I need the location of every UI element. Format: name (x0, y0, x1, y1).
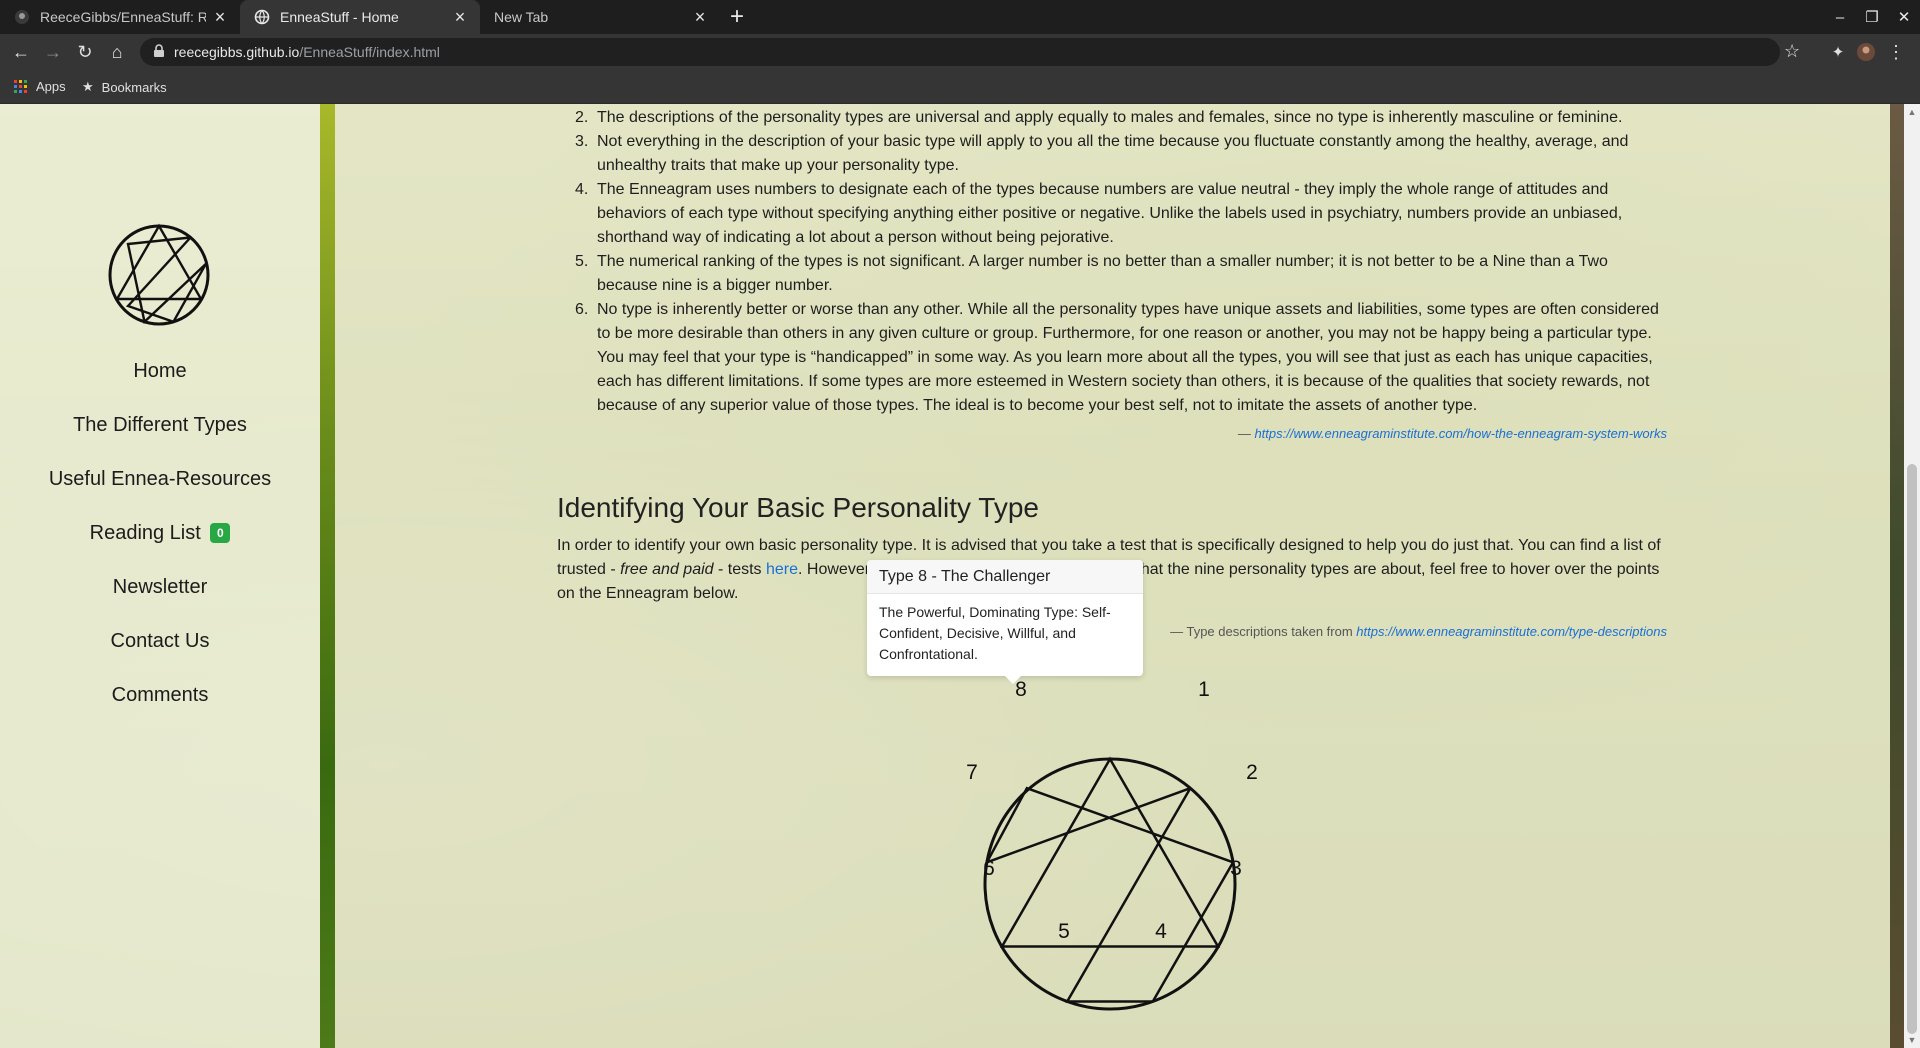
sidebar-item-comments[interactable]: Comments (0, 678, 320, 732)
list-text: The numerical ranking of the types is no… (597, 253, 1608, 294)
lock-icon (154, 44, 164, 57)
enneagram-point-2[interactable]: 2 (1240, 761, 1264, 785)
enneagram-point-4[interactable]: 4 (1149, 920, 1173, 944)
decorative-grass-strip (320, 104, 335, 1048)
type-popover: Type 8 - The Challenger The Powerful, Do… (867, 560, 1143, 684)
scroll-down-arrow-icon[interactable]: ▼ (1906, 1034, 1918, 1046)
scroll-up-arrow-icon[interactable]: ▲ (1906, 106, 1918, 118)
list-item: 2. The descriptions of the personality ty… (575, 106, 1667, 130)
intro-text: - tests (713, 561, 766, 578)
home-icon[interactable]: ⌂ (105, 41, 129, 63)
tab-new-tab[interactable]: New Tab × (480, 0, 720, 34)
list-text: No type is inherently better or worse th… (597, 301, 1659, 414)
sidebar-item-reading-list[interactable]: Reading List 0 (0, 516, 320, 570)
citation-link[interactable]: https://www.enneagraminstitute.com/how-t… (1254, 426, 1667, 441)
url-text: reecegibbs.github.io/EnneaStuff/index.ht… (174, 42, 440, 62)
types-citation-text: — Type descriptions taken from (1170, 624, 1353, 639)
globe-icon (254, 9, 270, 25)
new-tab-button[interactable]: + (720, 0, 754, 34)
list-number: 5. (575, 253, 589, 270)
list-number: 6. (575, 301, 589, 318)
back-arrow-icon[interactable]: ← (9, 41, 33, 63)
popover-arrow (1005, 676, 1021, 684)
tab-enneastuff[interactable]: EnneaStuff - Home × (240, 0, 480, 34)
enneagram-points-list: 2. The descriptions of the personality ty… (557, 106, 1667, 418)
scrollbar-thumb[interactable] (1907, 464, 1917, 1034)
star-icon[interactable]: ☆ (1784, 41, 1800, 62)
forward-arrow-icon[interactable]: → (41, 41, 65, 63)
list-text: The descriptions of the personality type… (597, 109, 1623, 126)
close-icon[interactable]: × (692, 8, 708, 26)
tab-github[interactable]: ReeceGibbs/EnneaStuff: Rep × (0, 0, 240, 34)
close-window-icon[interactable]: ✕ (1888, 0, 1920, 34)
list-number: 4. (575, 181, 589, 198)
restore-icon[interactable]: ❐ (1856, 0, 1888, 34)
enneagram-point-7[interactable]: 7 (960, 761, 984, 785)
tab-title: New Tab (494, 9, 549, 25)
apps-bookmark[interactable]: Apps (14, 79, 66, 94)
sidebar-item-label: Reading List (89, 522, 201, 544)
close-icon[interactable]: × (452, 8, 468, 26)
list-item: 6. No type is inherently better or worse … (575, 298, 1667, 418)
apps-grid-icon (14, 79, 27, 93)
close-icon[interactable]: × (212, 8, 228, 26)
sidebar-item-useful-ennea-resources[interactable]: Useful Ennea-Resources (0, 462, 320, 516)
enneagram-hexad (984, 786, 1235, 1003)
enneagram-point-5[interactable]: 5 (1052, 920, 1076, 944)
section-title: Identifying Your Basic Personality Type (557, 492, 1040, 523)
url-host: reecegibbs.github.io (174, 44, 300, 60)
extensions-icon[interactable]: ✦ (1826, 41, 1850, 63)
sidebar-item-home[interactable]: Home (0, 354, 320, 408)
list-item: 3. Not everything in the description of y… (575, 130, 1667, 178)
minimize-icon[interactable]: – (1824, 0, 1856, 34)
citation-dash: — (1237, 426, 1251, 441)
tab-strip: ReeceGibbs/EnneaStuff: Rep × EnneaStuff … (0, 0, 1920, 34)
window-controls: – ❐ ✕ (1824, 0, 1920, 34)
types-citation: — Type descriptions taken from https://w… (1170, 624, 1667, 639)
menu-icon[interactable]: ⋮ (1884, 41, 1908, 63)
list-item: 4. The Enneagram uses numbers to designat… (575, 178, 1667, 250)
bookmarks-label: Bookmarks (101, 79, 167, 95)
sidebar: Home The Different Types Useful Ennea-Re… (0, 104, 320, 1048)
tests-link[interactable]: here (766, 561, 798, 578)
apps-label: Apps (36, 79, 66, 94)
popover-body: The Powerful, Dominating Type: Self-Conf… (879, 604, 1111, 662)
enneagram-point-1[interactable]: 1 (1192, 678, 1216, 702)
enneagram-point-3[interactable]: 3 (1224, 857, 1248, 881)
star-icon: ★ (82, 79, 94, 94)
list-text: Not everything in the description of you… (597, 133, 1629, 174)
reload-icon[interactable]: ↻ (73, 41, 97, 63)
sidebar-item-newsletter[interactable]: Newsletter (0, 570, 320, 624)
intro-emphasis: free and paid (620, 561, 714, 578)
sidebar-item-contact-us[interactable]: Contact Us (0, 624, 320, 678)
url-path: /EnneaStuff/index.html (299, 44, 440, 60)
types-citation-link[interactable]: https://www.enneagraminstitute.com/type-… (1356, 624, 1667, 639)
decorative-right-strip (1890, 104, 1904, 1048)
avatar[interactable] (1854, 41, 1878, 63)
reading-list-count-badge: 0 (210, 523, 231, 543)
enneagram-logo-icon[interactable] (106, 222, 212, 328)
github-icon (14, 9, 30, 25)
bookmarks-bar: Apps ★ Bookmarks (0, 70, 1920, 104)
main-content: 2. The descriptions of the personality ty… (557, 104, 1667, 639)
list-text: The Enneagram uses numbers to designate … (597, 181, 1623, 246)
enneagram-point-6[interactable]: 6 (977, 857, 1001, 881)
enneagram-triangle (999, 756, 1221, 948)
page-viewport: Home The Different Types Useful Ennea-Re… (0, 104, 1920, 1048)
bookmarks-folder[interactable]: ★ Bookmarks (82, 79, 167, 95)
tab-title: ReeceGibbs/EnneaStuff: Rep (40, 9, 206, 25)
sidebar-nav: Home The Different Types Useful Ennea-Re… (0, 354, 320, 732)
list-item: 5. The numerical ranking of the types is … (575, 250, 1667, 298)
tab-title: EnneaStuff - Home (280, 9, 399, 25)
list-number: 2. (575, 109, 589, 126)
enneagram-diagram (983, 756, 1237, 1011)
citation: — https://www.enneagraminstitute.com/how… (557, 426, 1667, 441)
popover-title: Type 8 - The Challenger (867, 560, 1143, 594)
sidebar-item-the-different-types[interactable]: The Different Types (0, 408, 320, 462)
list-number: 3. (575, 133, 589, 150)
